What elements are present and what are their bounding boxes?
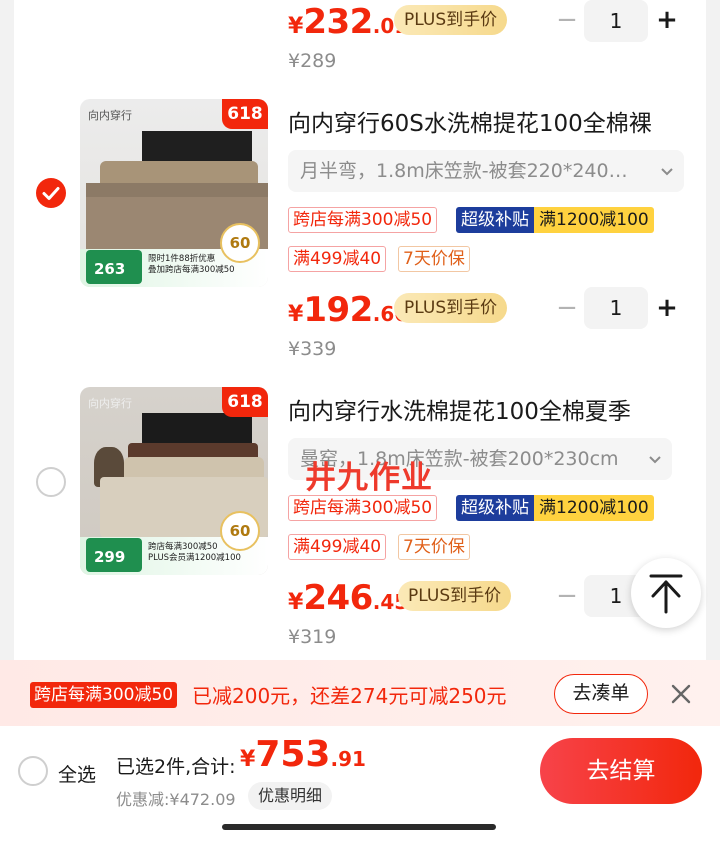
- select-all-label[interactable]: 全选: [58, 760, 96, 787]
- quantity-plus-button[interactable]: +: [652, 293, 682, 323]
- product-title[interactable]: 向内穿行60S水洗棉提花100全棉裸: [288, 104, 698, 138]
- discount-label: 跨店每满300减50: [30, 682, 178, 708]
- chevron-down-icon: [661, 168, 673, 176]
- close-icon[interactable]: [667, 680, 695, 708]
- original-price: ¥339: [288, 338, 337, 360]
- original-price: ¥319: [288, 626, 337, 648]
- price-protect-tag: 7天价保: [398, 246, 470, 272]
- selected-count-text: 已选2件,合计:: [116, 756, 236, 778]
- plus-price-badge: PLUS到手价: [394, 293, 508, 323]
- warranty-badge: 60: [220, 511, 260, 551]
- subsidy-tag: 超级补贴 满1200减100: [456, 495, 654, 521]
- back-to-top-button[interactable]: [631, 558, 701, 628]
- quantity-input[interactable]: 1: [584, 287, 648, 329]
- price-protect-tag: 7天价保: [398, 534, 470, 560]
- promo-tag: 满499减40: [288, 534, 387, 560]
- item-price: ¥246.45: [288, 578, 409, 618]
- promo-tag: 跨店每满300减50: [288, 495, 438, 521]
- promo-618-tag: 618: [222, 99, 268, 129]
- promo-618-tag: 618: [222, 387, 268, 417]
- home-indicator: [222, 824, 496, 830]
- product-title[interactable]: 向内穿行水洗棉提花100全棉夏季: [288, 392, 698, 426]
- quantity-minus-button[interactable]: −: [552, 5, 582, 35]
- brand-mark: 向内穿行: [88, 109, 132, 122]
- total-price: ¥753.91: [240, 734, 366, 775]
- item-price: ¥192.66: [288, 290, 409, 330]
- quantity-input[interactable]: 1: [584, 0, 648, 42]
- discount-amount: 优惠减:¥472.09: [116, 790, 236, 809]
- quantity-minus-button[interactable]: −: [552, 581, 582, 611]
- item-checkbox[interactable]: [36, 467, 66, 497]
- original-price: ¥289: [288, 50, 337, 72]
- chevron-down-icon: [649, 456, 661, 464]
- checkmark-icon: [42, 187, 60, 200]
- arrow-up-to-top-icon: [649, 574, 683, 614]
- checkout-footer: 全选 已选2件,合计: ¥753.91 优惠减:¥472.09 优惠明细 去结算: [0, 726, 720, 845]
- discount-message: 已减200元，还差274元可减250元: [192, 684, 507, 708]
- plus-price-badge: PLUS到手价: [398, 581, 512, 611]
- checkout-button[interactable]: 去结算: [540, 738, 702, 804]
- promo-tag: 满499减40: [288, 246, 387, 272]
- watermark-text: 井九作业: [305, 460, 433, 496]
- add-more-button[interactable]: 去凑单: [554, 674, 648, 714]
- product-image[interactable]: 向内穿行 618 299 跨店每满300减50 PLUS会员满1200减100 6…: [80, 387, 268, 575]
- warranty-badge: 60: [220, 223, 260, 263]
- quantity-plus-button[interactable]: +: [652, 5, 682, 35]
- subsidy-tag: 超级补贴 满1200减100: [456, 207, 654, 233]
- item-checkbox[interactable]: [36, 178, 66, 208]
- plus-price-badge: PLUS到手价: [394, 5, 508, 35]
- cross-store-discount-bar: 跨店每满300减50 已减200元，还差274元可减250元 去凑单: [0, 660, 720, 726]
- quantity-minus-button[interactable]: −: [552, 293, 582, 323]
- spec-selector[interactable]: 月半弯，1.8m床笠款-被套220*240…: [288, 150, 684, 192]
- discount-detail-button[interactable]: 优惠明细: [248, 782, 333, 810]
- promo-tag: 跨店每满300减50: [288, 207, 438, 233]
- brand-mark: 向内穿行: [88, 397, 132, 410]
- select-all-checkbox[interactable]: [18, 756, 48, 786]
- item-price: ¥232.01: [288, 2, 409, 42]
- product-image[interactable]: 向内穿行 618 263 限时1件88折优惠 叠加跨店每满300减50 60: [80, 99, 268, 287]
